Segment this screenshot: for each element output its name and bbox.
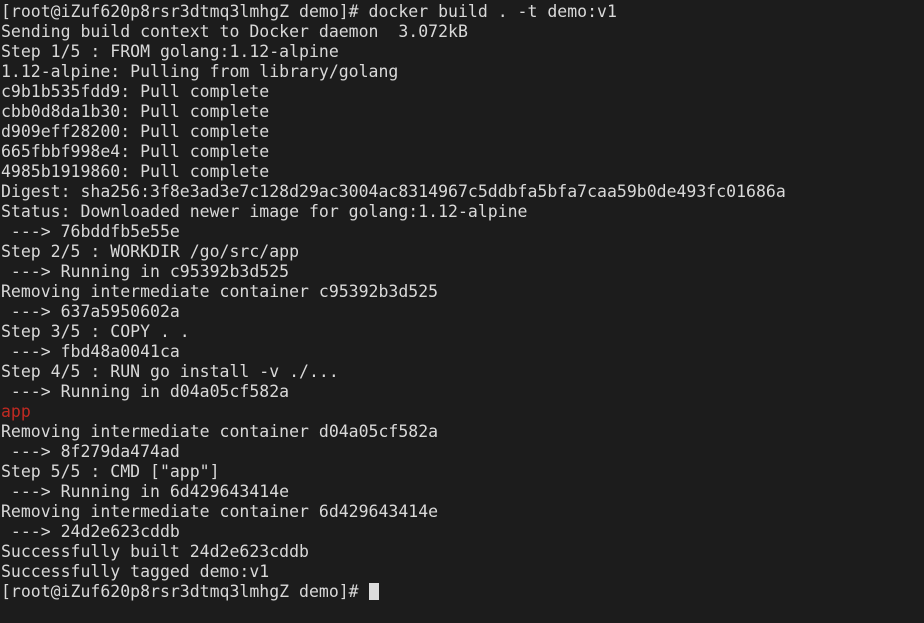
- terminal-line: c9b1b535fdd9: Pull complete: [1, 82, 270, 101]
- terminal-line: ---> Running in d04a05cf582a: [1, 382, 290, 401]
- terminal-prompt-line[interactable]: [root@iZuf620p8rsr3dtmq3lmhgZ demo]#: [1, 582, 924, 602]
- terminal-line: Step 3/5 : COPY . .: [1, 322, 190, 341]
- terminal-line: cbb0d8da1b30: Pull complete: [1, 102, 270, 121]
- terminal-output-buffer[interactable]: [root@iZuf620p8rsr3dtmq3lmhgZ demo]# doc…: [0, 0, 924, 602]
- terminal-line: [root@iZuf620p8rsr3dtmq3lmhgZ demo]# doc…: [1, 2, 617, 21]
- block-cursor: [368, 583, 379, 600]
- terminal-line: Successfully tagged demo:v1: [1, 562, 270, 581]
- terminal-line: Step 1/5 : FROM golang:1.12-alpine: [1, 42, 339, 61]
- terminal-line: Digest: sha256:3f8e3ad3e7c128d29ac3004ac…: [1, 182, 786, 201]
- terminal-line: Sending build context to Docker daemon 3…: [1, 22, 468, 41]
- terminal-line: d909eff28200: Pull complete: [1, 122, 270, 141]
- terminal-line: ---> Running in c95392b3d525: [1, 262, 290, 281]
- terminal-line: Removing intermediate container d04a05cf…: [1, 422, 439, 441]
- terminal-line: Removing intermediate container c95392b3…: [1, 282, 439, 301]
- terminal-line: app: [1, 402, 31, 421]
- terminal-line: Step 4/5 : RUN go install -v ./...: [1, 362, 339, 381]
- shell-prompt: [root@iZuf620p8rsr3dtmq3lmhgZ demo]#: [1, 582, 369, 601]
- terminal-line: 1.12-alpine: Pulling from library/golang: [1, 62, 399, 81]
- terminal-line: ---> Running in 6d429643414e: [1, 482, 290, 501]
- terminal-line: Removing intermediate container 6d429643…: [1, 502, 439, 521]
- terminal-line: ---> fbd48a0041ca: [1, 342, 180, 361]
- terminal-line: ---> 637a5950602a: [1, 302, 180, 321]
- terminal-line: ---> 8f279da474ad: [1, 442, 180, 461]
- terminal-line: Status: Downloaded newer image for golan…: [1, 202, 528, 221]
- terminal-line: Step 2/5 : WORKDIR /go/src/app: [1, 242, 300, 261]
- terminal-line: 665fbbf998e4: Pull complete: [1, 142, 270, 161]
- terminal-line: Step 5/5 : CMD ["app"]: [1, 462, 220, 481]
- terminal-line: 4985b1919860: Pull complete: [1, 162, 270, 181]
- terminal-line: ---> 76bddfb5e55e: [1, 222, 180, 241]
- terminal-line: Successfully built 24d2e623cddb: [1, 542, 309, 561]
- terminal-line: ---> 24d2e623cddb: [1, 522, 180, 541]
- terminal-window[interactable]: [root@iZuf620p8rsr3dtmq3lmhgZ demo]# doc…: [0, 0, 924, 623]
